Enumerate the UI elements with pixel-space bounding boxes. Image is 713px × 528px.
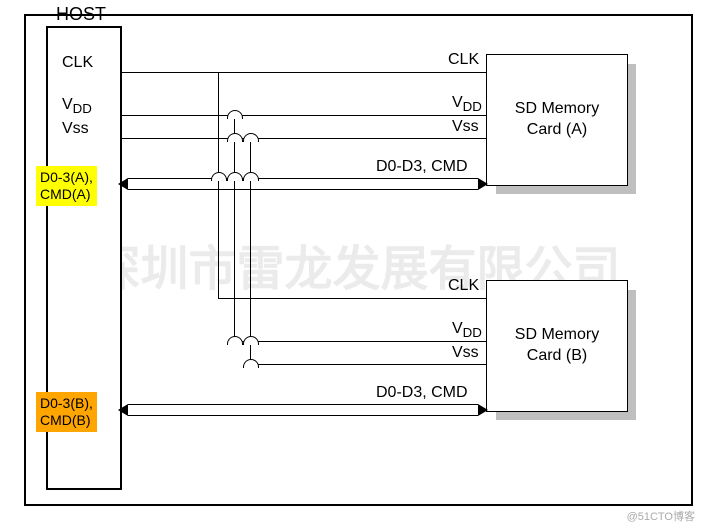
- hop-6: [243, 359, 259, 368]
- hop-5: [243, 336, 259, 345]
- host-highlight-b: D0-3(B),CMD(B): [36, 392, 97, 432]
- card-a: SD MemoryCard (A): [486, 54, 628, 186]
- bus-a: [128, 178, 478, 190]
- card-a-vss: Vss: [452, 118, 479, 136]
- wire-vdd-drop: [234, 115, 235, 341]
- card-a-vdd: VDD: [452, 94, 482, 114]
- hop-bus-a-3: [243, 172, 259, 181]
- host-highlight-a: D0-3(A),CMD(A): [36, 166, 97, 206]
- bus-b-arrow-right: [478, 404, 488, 416]
- credit-text: @51CTO博客: [627, 508, 695, 524]
- bus-b-arrow-left: [118, 404, 128, 416]
- card-b-vss: Vss: [452, 344, 479, 362]
- hop-3: [243, 133, 259, 142]
- card-b: SD MemoryCard (B): [486, 280, 628, 412]
- hop-bus-a-2: [227, 172, 243, 181]
- wire-vss-a: [120, 138, 486, 139]
- wire-clk-a: [120, 72, 486, 73]
- bus-b-label: D0-D3, CMD: [376, 384, 468, 402]
- hop-bus-a-1: [211, 172, 227, 181]
- hop-1: [227, 110, 243, 119]
- bus-b: [128, 404, 478, 416]
- card-a-clk: CLK: [448, 51, 479, 69]
- hop-2: [227, 133, 243, 142]
- host-clk-label: CLK: [62, 54, 93, 72]
- wire-clk-b: [218, 298, 486, 299]
- bus-a-label: D0-D3, CMD: [376, 158, 468, 176]
- card-b-clk: CLK: [448, 277, 479, 295]
- wire-vss-b: [250, 364, 486, 365]
- host-vss-label: Vss: [62, 120, 89, 138]
- hop-4: [227, 336, 243, 345]
- wire-vdd-a: [120, 115, 486, 116]
- host-vdd-label: VDD: [62, 96, 92, 116]
- wire-vdd-b: [234, 341, 486, 342]
- host-title: HOST: [56, 4, 106, 25]
- card-b-vdd: VDD: [452, 320, 482, 340]
- bus-a-arrow-left: [118, 178, 128, 190]
- bus-a-arrow-right: [478, 178, 488, 190]
